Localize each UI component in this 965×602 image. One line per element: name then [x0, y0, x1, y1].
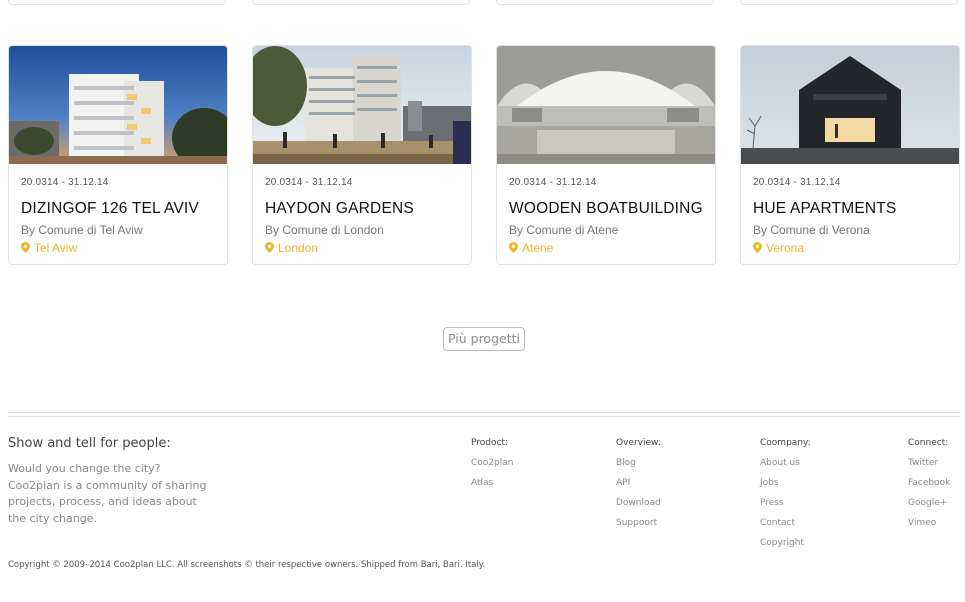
- project-location[interactable]: Atene: [509, 241, 553, 256]
- footer-link-facebook[interactable]: Facebook: [908, 477, 950, 497]
- footer-link-blog[interactable]: Blog: [616, 457, 661, 477]
- footer-link-coo2plan[interactable]: Coo2plan: [471, 457, 513, 477]
- footer-link-copyright[interactable]: Copyright: [760, 537, 811, 557]
- project-author: By Comune di Atene: [509, 223, 619, 237]
- project-card[interactable]: 20.0314 - 31.12.14 WOODEN BOATBUILDING B…: [496, 45, 716, 265]
- project-author: By Comune di Tel Aviw: [21, 223, 143, 237]
- footer-column-title: Coompany:: [760, 438, 811, 448]
- footer-column-company: Coompany: About us Jobs Press Contact Co…: [760, 437, 811, 557]
- project-location[interactable]: Verona: [753, 241, 804, 256]
- footer-link-contact[interactable]: Contact: [760, 517, 811, 537]
- previous-row-card: [496, 0, 714, 5]
- project-author: By Comune di Verona: [753, 223, 870, 237]
- location-label: Atene: [522, 241, 554, 255]
- footer-column-connect: Connect: Twitter Facebook Google+ Vimeo: [908, 437, 950, 537]
- previous-row-card: [8, 0, 226, 5]
- location-pin-icon: [509, 242, 519, 256]
- footer-link-jobs[interactable]: Jobs: [760, 477, 811, 497]
- project-author: By Comune di London: [265, 223, 384, 237]
- location-pin-icon: [21, 242, 31, 256]
- project-title[interactable]: HUE APARTMENTS: [753, 200, 896, 218]
- project-card[interactable]: 20.0314 - 31.12.14 HUE APARTMENTS By Com…: [740, 45, 960, 265]
- footer-divider: [8, 416, 960, 417]
- more-projects-button[interactable]: Più progetti: [443, 327, 525, 351]
- footer-link-google-plus[interactable]: Google+: [908, 497, 950, 517]
- footer-column-overview: Overview: Blog API Download Suppoort: [616, 437, 661, 537]
- project-date: 20.0314 - 31.12.14: [265, 177, 353, 188]
- copyright-notice: Copyright © 2009–2014 Coo2plan LLC. All …: [8, 560, 486, 570]
- project-date: 20.0314 - 31.12.14: [753, 177, 841, 188]
- footer-link-about[interactable]: About us: [760, 457, 811, 477]
- footer-divider: [8, 412, 960, 413]
- project-title[interactable]: WOODEN BOATBUILDING: [509, 200, 703, 218]
- project-image[interactable]: [497, 46, 715, 164]
- previous-row-card: [740, 0, 958, 5]
- project-date: 20.0314 - 31.12.14: [509, 177, 597, 188]
- footer-column-title: Overview:: [616, 438, 661, 448]
- footer-link-atlas[interactable]: Atlas: [471, 477, 513, 497]
- previous-row-card: [252, 0, 470, 5]
- footer-description: Would you change the city? Coo2plan is a…: [8, 462, 207, 525]
- footer-link-download[interactable]: Download: [616, 497, 661, 517]
- location-pin-icon: [753, 242, 763, 256]
- project-card[interactable]: 20.0314 - 31.12.14 HAYDON GARDENS By Com…: [252, 45, 472, 265]
- footer-column-product: Prodoct: Coo2plan Atlas: [471, 437, 513, 497]
- footer-link-api[interactable]: API: [616, 477, 661, 497]
- location-label: Verona: [766, 241, 805, 255]
- footer-link-twitter[interactable]: Twitter: [908, 457, 950, 477]
- footer-link-support[interactable]: Suppoort: [616, 517, 661, 537]
- project-location[interactable]: London: [265, 241, 318, 256]
- project-card[interactable]: 20.0314 - 31.12.14 DIZINGOF 126 TEL AVIV…: [8, 45, 228, 265]
- footer-column-title: Prodoct:: [471, 438, 509, 448]
- location-label: Tel Aviw: [34, 241, 78, 255]
- project-title[interactable]: DIZINGOF 126 TEL AVIV: [21, 200, 199, 218]
- project-image[interactable]: [9, 46, 227, 164]
- footer-link-press[interactable]: Press: [760, 497, 811, 517]
- location-pin-icon: [265, 242, 275, 256]
- project-image[interactable]: [253, 46, 471, 164]
- location-label: London: [278, 241, 319, 255]
- project-image[interactable]: [741, 46, 959, 164]
- footer-column-title: Connect:: [908, 438, 949, 448]
- project-date: 20.0314 - 31.12.14: [21, 177, 109, 188]
- footer-heading: Show and tell for people:: [8, 436, 171, 451]
- project-location[interactable]: Tel Aviw: [21, 241, 77, 256]
- project-title[interactable]: HAYDON GARDENS: [265, 200, 414, 218]
- footer-link-vimeo[interactable]: Vimeo: [908, 517, 950, 537]
